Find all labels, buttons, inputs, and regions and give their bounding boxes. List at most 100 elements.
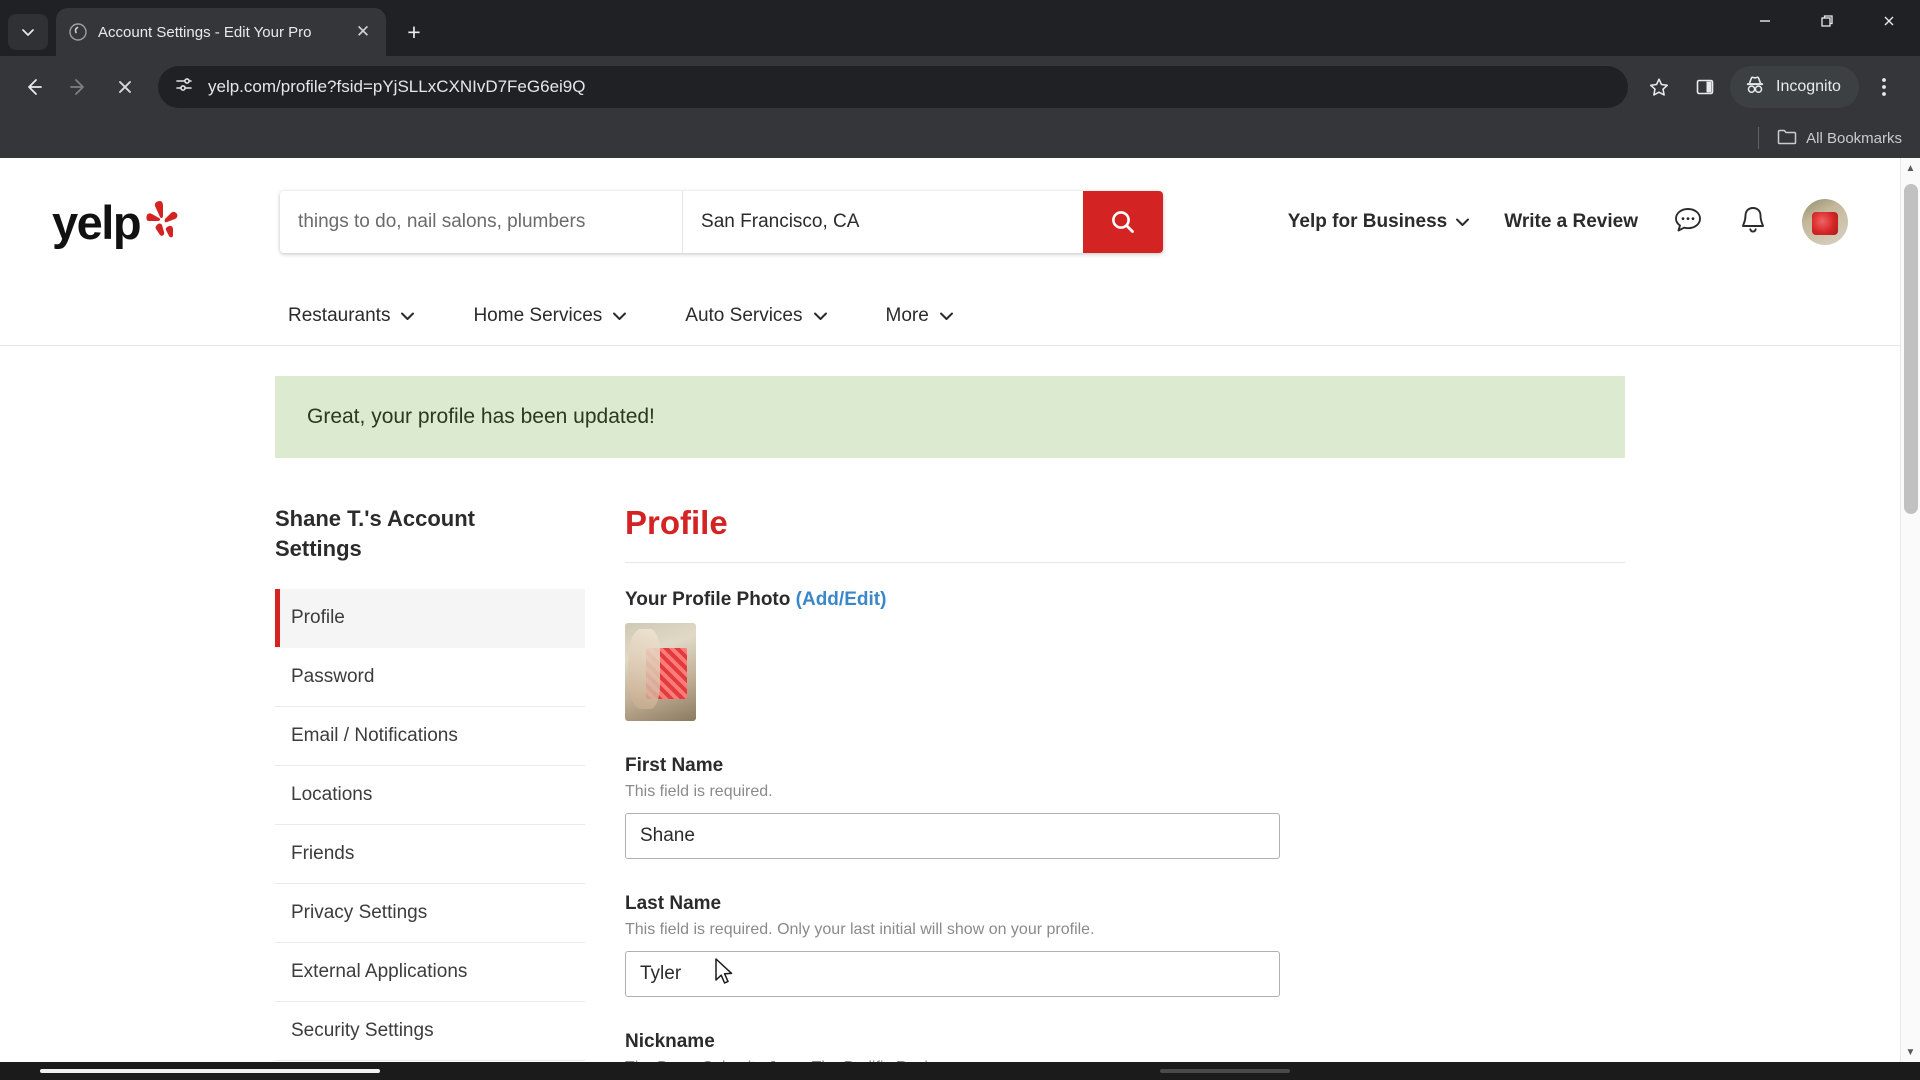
bottom-strip <box>0 1062 1920 1080</box>
nav-label: More <box>885 304 929 326</box>
minimize-button[interactable] <box>1734 0 1796 42</box>
site-settings-tune-icon[interactable] <box>174 75 194 100</box>
page-content: Great, your profile has been updated! Sh… <box>0 346 1900 1062</box>
close-window-button[interactable] <box>1858 0 1920 42</box>
incognito-icon <box>1744 75 1766 100</box>
sidebar-item-label: Friends <box>291 843 355 865</box>
nickname-hint: The Boss, Calamity Jane, The Prolific Re… <box>625 1059 1625 1062</box>
all-bookmarks-button[interactable]: All Bookmarks <box>1777 128 1902 149</box>
restore-icon <box>1821 15 1833 27</box>
last-name-hint: This field is required. Only your last i… <box>625 921 1095 938</box>
profile-photo-section: Your Profile Photo (Add/Edit) <box>625 589 1625 721</box>
last-name-input[interactable]: Tyler <box>625 951 1280 997</box>
nav-item-more[interactable]: More <box>886 305 954 327</box>
header-actions: Yelp for Business Write a Review <box>1288 199 1848 245</box>
first-name-hint: This field is required. <box>625 783 773 800</box>
nav-item-auto-services[interactable]: Auto Services <box>685 305 827 327</box>
chevron-down-icon <box>22 29 34 36</box>
address-bar-url: yelp.com/profile?fsid=pYjSLLxCXNIvD7FeG6… <box>208 77 586 96</box>
toolbar-actions: Incognito <box>1638 66 1905 108</box>
yelp-logo-text: yelp <box>52 195 142 249</box>
profile-photo-image[interactable] <box>625 623 696 721</box>
scrollbar-track[interactable] <box>1901 178 1920 1042</box>
scroll-down-arrow[interactable]: ▼ <box>1906 1042 1916 1062</box>
chevron-down-icon <box>1456 218 1470 226</box>
page-scrollbar[interactable]: ▲ ▼ <box>1900 158 1920 1062</box>
sidebar-item-profile[interactable]: Profile <box>275 589 585 649</box>
sidebar-item-password[interactable]: Password <box>275 648 585 708</box>
search-bar: things to do, nail salons, plumbers San … <box>280 191 1164 253</box>
incognito-indicator[interactable]: Incognito <box>1730 66 1859 108</box>
account-settings-sidebar: Shane T.'s Account Settings Profile Pass… <box>275 504 585 1062</box>
user-avatar[interactable] <box>1802 199 1848 245</box>
sidebar-item-locations[interactable]: Locations <box>275 766 585 826</box>
browser-window: Account Settings - Edit Your Pro ✕ + yel… <box>0 0 1920 1080</box>
sidebar-item-privacy-settings[interactable]: Privacy Settings <box>275 884 585 944</box>
add-edit-photo-link[interactable]: (Add/Edit) <box>796 589 887 610</box>
back-button[interactable] <box>12 66 54 108</box>
last-name-label: Last Name <box>625 893 722 914</box>
new-tab-button[interactable]: + <box>396 14 432 50</box>
location-input[interactable]: San Francisco, CA <box>683 191 1083 253</box>
incognito-label: Incognito <box>1776 78 1841 95</box>
page-title: Profile <box>625 504 728 541</box>
nav-label: Restaurants <box>288 304 391 326</box>
yelp-logo[interactable]: yelp <box>52 195 180 250</box>
notifications-bell-icon[interactable] <box>1738 204 1768 241</box>
yelp-for-business-link[interactable]: Yelp for Business <box>1288 211 1470 233</box>
sidebar-item-label: Security Settings <box>291 1020 434 1042</box>
chrome-menu-button[interactable] <box>1863 66 1905 108</box>
window-controls <box>1734 0 1920 56</box>
browser-tab[interactable]: Account Settings - Edit Your Pro ✕ <box>56 8 386 56</box>
first-name-input[interactable]: Shane <box>625 813 1280 859</box>
scrollbar-thumb[interactable] <box>1904 184 1918 514</box>
last-name-field-block: Last Name This field is required. Only y… <box>625 893 1625 997</box>
yelp-favicon-icon <box>68 22 88 42</box>
nickname-field-block: Nickname The Boss, Calamity Jane, The Pr… <box>625 1031 1625 1062</box>
nav-item-home-services[interactable]: Home Services <box>473 305 627 327</box>
sidebar-item-email-notifications[interactable]: Email / Notifications <box>275 707 585 767</box>
side-panel-button[interactable] <box>1684 66 1726 108</box>
arrow-right-icon <box>70 79 84 95</box>
title-divider <box>625 562 1625 563</box>
tab-strip: Account Settings - Edit Your Pro ✕ + <box>0 0 1920 56</box>
yelp-for-business-label: Yelp for Business <box>1287 211 1448 232</box>
scroll-up-arrow[interactable]: ▲ <box>1906 158 1916 178</box>
profile-panel: Profile Your Profile Photo (Add/Edit) Fi… <box>585 504 1625 1062</box>
folder-icon <box>1777 128 1797 149</box>
messages-icon[interactable] <box>1672 204 1704 241</box>
sidebar-item-label: Password <box>291 666 375 688</box>
bookmark-star-button[interactable] <box>1638 66 1680 108</box>
stop-loading-button[interactable] <box>104 66 146 108</box>
strip-segment <box>40 1069 380 1073</box>
first-name-label: First Name <box>625 755 724 776</box>
sidebar-item-security-settings[interactable]: Security Settings <box>275 1002 585 1062</box>
nickname-label: Nickname <box>625 1031 715 1052</box>
forward-button[interactable] <box>58 66 100 108</box>
tab-search-button[interactable] <box>8 14 48 50</box>
sidebar-item-friends[interactable]: Friends <box>275 825 585 885</box>
search-input[interactable]: things to do, nail salons, plumbers <box>280 191 684 253</box>
search-button[interactable] <box>1083 191 1164 253</box>
close-icon <box>1884 16 1894 26</box>
sidebar-title: Shane T.'s Account Settings <box>275 506 476 561</box>
tab-close-icon[interactable]: ✕ <box>352 21 374 43</box>
success-alert: Great, your profile has been updated! <box>275 376 1625 458</box>
address-bar[interactable]: yelp.com/profile?fsid=pYjSLLxCXNIvD7FeG6… <box>158 66 1628 108</box>
chevron-down-icon <box>401 312 415 320</box>
sidebar-item-label: External Applications <box>291 961 468 983</box>
browser-toolbar: yelp.com/profile?fsid=pYjSLLxCXNIvD7FeG6… <box>0 56 1920 118</box>
search-icon <box>1112 211 1134 233</box>
write-a-review-link[interactable]: Write a Review <box>1504 211 1638 233</box>
yelp-burst-icon <box>144 195 180 250</box>
yelp-header: yelp things to do, nail salons, plumbers… <box>0 158 1900 286</box>
sidebar-item-external-applications[interactable]: External Applications <box>275 943 585 1003</box>
chevron-down-icon <box>813 312 827 320</box>
maximize-button[interactable] <box>1796 0 1858 42</box>
profile-photo-label-text: Your Profile Photo <box>625 589 791 610</box>
close-icon <box>119 81 131 93</box>
strip-segment <box>1160 1069 1290 1073</box>
nav-item-restaurants[interactable]: Restaurants <box>288 305 415 327</box>
arrow-left-icon <box>28 79 42 95</box>
minimize-icon <box>1760 20 1770 22</box>
